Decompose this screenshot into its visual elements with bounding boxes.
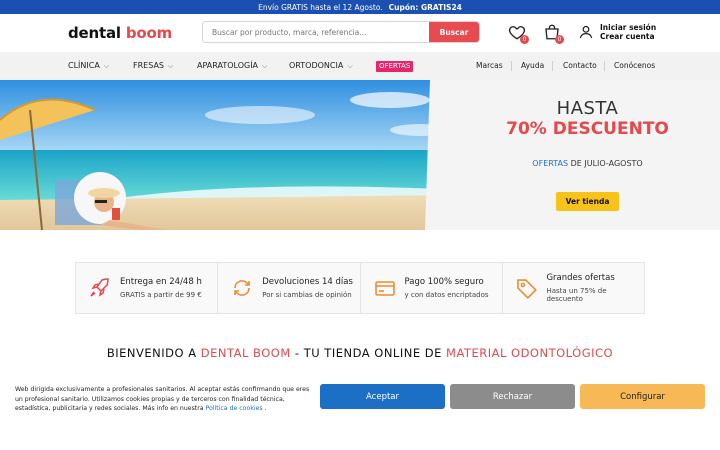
feature-payment: Pago 100% seguro y con datos encriptados — [359, 263, 502, 313]
promo-subtitle-rest: DE JULIO-AGOSTO — [568, 159, 643, 168]
nav-item-ofertas[interactable]: OFERTAS — [376, 61, 414, 72]
promo-topbar: Envío GRATIS hasta el 12 Agosto. Cupón: … — [0, 0, 720, 14]
promo-subtitle: OFERTAS DE JULIO-AGOSTO — [455, 159, 720, 168]
nav-item-aparatologia[interactable]: APARATOLOGÍA ⌵ — [197, 52, 267, 80]
nav-item-label: ORTODONCIA — [289, 61, 344, 70]
hero-banner[interactable]: HASTA 70% DESCUENTO OFERTAS DE JULIO-AGO… — [0, 80, 720, 230]
promo-discount-title: 70% DESCUENTO — [506, 119, 669, 139]
feature-delivery: Entrega en 24/48 h GRATIS a partir de 99… — [76, 263, 217, 313]
chevron-down-icon: ⌵ — [347, 62, 353, 70]
tag-icon — [516, 279, 537, 299]
configure-cookies-button[interactable]: Configurar — [580, 384, 705, 409]
nav-item-ortodoncia[interactable]: ORTODONCIA ⌵ — [289, 52, 353, 80]
nav-item-label: FRESAS — [133, 61, 164, 70]
cookie-notice-text: Web dirigida exclusivamente a profesiona… — [15, 385, 315, 414]
nav-item-fresas[interactable]: FRESAS ⌵ — [133, 52, 173, 80]
cart-count-badge: 0 — [555, 35, 564, 44]
feature-offers: Grandes ofertas Hasta un 75% de descuent… — [501, 263, 644, 313]
feature-returns: Devoluciones 14 días Por si cambias de o… — [217, 263, 359, 313]
logo-word-boom: boom — [125, 24, 173, 42]
feature-subtitle: Hasta un 75% de descuento — [546, 287, 607, 303]
main-nav: CLÍNICA ⌵ FRESAS ⌵ APARATOLOGÍA ⌵ ORTODONCI… — [0, 52, 720, 80]
feature-subtitle: y con datos encriptados — [404, 291, 489, 299]
beach-photo — [0, 80, 460, 230]
nav-divider — [511, 61, 512, 71]
chevron-down-icon: ⌵ — [168, 62, 174, 70]
feature-title: Grandes ofertas — [546, 273, 615, 283]
chevron-down-icon: ⌵ — [103, 62, 110, 70]
feature-subtitle: GRATIS a partir de 99 € — [120, 291, 202, 299]
nav-link-contacto[interactable]: Contacto — [563, 52, 597, 80]
welcome-brand: DENTAL BOOM — [200, 346, 291, 360]
welcome-category: MATERIAL ODONTOLÓGICO — [446, 346, 614, 360]
credit-card-icon — [374, 281, 395, 296]
promo-panel: HASTA 70% DESCUENTO OFERTAS DE JULIO-AGO… — [455, 80, 720, 230]
user-icon — [579, 25, 593, 39]
logo-word-dental: dental — [68, 24, 121, 42]
promo-ofertas-word: OFERTAS — [532, 159, 569, 168]
feature-subtitle: Por si cambias de opinión — [262, 291, 352, 299]
register-link[interactable]: Crear cuenta — [600, 32, 656, 41]
login-link[interactable]: Iniciar sesión — [600, 23, 656, 32]
accept-cookies-button[interactable]: Aceptar — [320, 384, 445, 409]
refresh-icon — [234, 280, 251, 296]
cart-button[interactable]: 0 — [543, 23, 564, 44]
search-input[interactable] — [203, 22, 429, 42]
nav-item-clinica[interactable]: CLÍNICA ⌵ — [68, 52, 109, 80]
feature-title: Devoluciones 14 días — [262, 277, 353, 287]
nav-link-marcas[interactable]: Marcas — [476, 52, 503, 80]
account-link[interactable]: Iniciar sesión Crear cuenta — [578, 23, 656, 41]
site-logo[interactable]: dental boom — [68, 24, 172, 42]
feature-title: Entrega en 24/48 h — [120, 277, 202, 287]
nav-divider — [552, 61, 553, 71]
nav-divider — [604, 61, 605, 71]
rocket-icon — [90, 278, 109, 297]
promo-line-hasta: HASTA — [556, 98, 619, 119]
features-bar: Entrega en 24/48 h GRATIS a partir de 99… — [75, 262, 645, 314]
nav-item-label: CLÍNICA — [68, 61, 100, 70]
nav-item-label: APARATOLOGÍA — [197, 61, 259, 70]
wishlist-count-badge: 0 — [520, 35, 529, 44]
chevron-down-icon: ⌵ — [262, 62, 268, 70]
search-bar: Buscar — [202, 21, 480, 43]
wishlist-button[interactable]: 0 — [508, 23, 529, 44]
cookie-banner: Web dirigida exclusivamente a profesiona… — [0, 376, 720, 450]
welcome-heading: BIENVENIDO A DENTAL BOOM - TU TIENDA ONL… — [0, 346, 720, 360]
site-header: dental boom Buscar 0 0 Iniciar sesión Cr… — [0, 14, 720, 52]
coupon-text: Cupón: GRATIS24 — [388, 2, 462, 12]
view-store-button[interactable]: Ver tienda — [555, 192, 620, 211]
nav-link-ayuda[interactable]: Ayuda — [521, 52, 544, 80]
search-button[interactable]: Buscar — [429, 22, 479, 42]
nav-link-conocenos[interactable]: Conócenos — [614, 52, 655, 80]
feature-title: Pago 100% seguro — [404, 277, 484, 287]
welcome-text: BIENVENIDO A — [106, 346, 201, 360]
cookie-policy-link[interactable]: Política de cookies — [206, 405, 263, 412]
cookie-text-end: . — [262, 405, 267, 412]
shipping-promo-text: Envío GRATIS hasta el 12 Agosto. — [258, 2, 383, 12]
welcome-text: - TU TIENDA ONLINE DE — [290, 346, 447, 360]
reject-cookies-button[interactable]: Rechazar — [450, 384, 575, 409]
